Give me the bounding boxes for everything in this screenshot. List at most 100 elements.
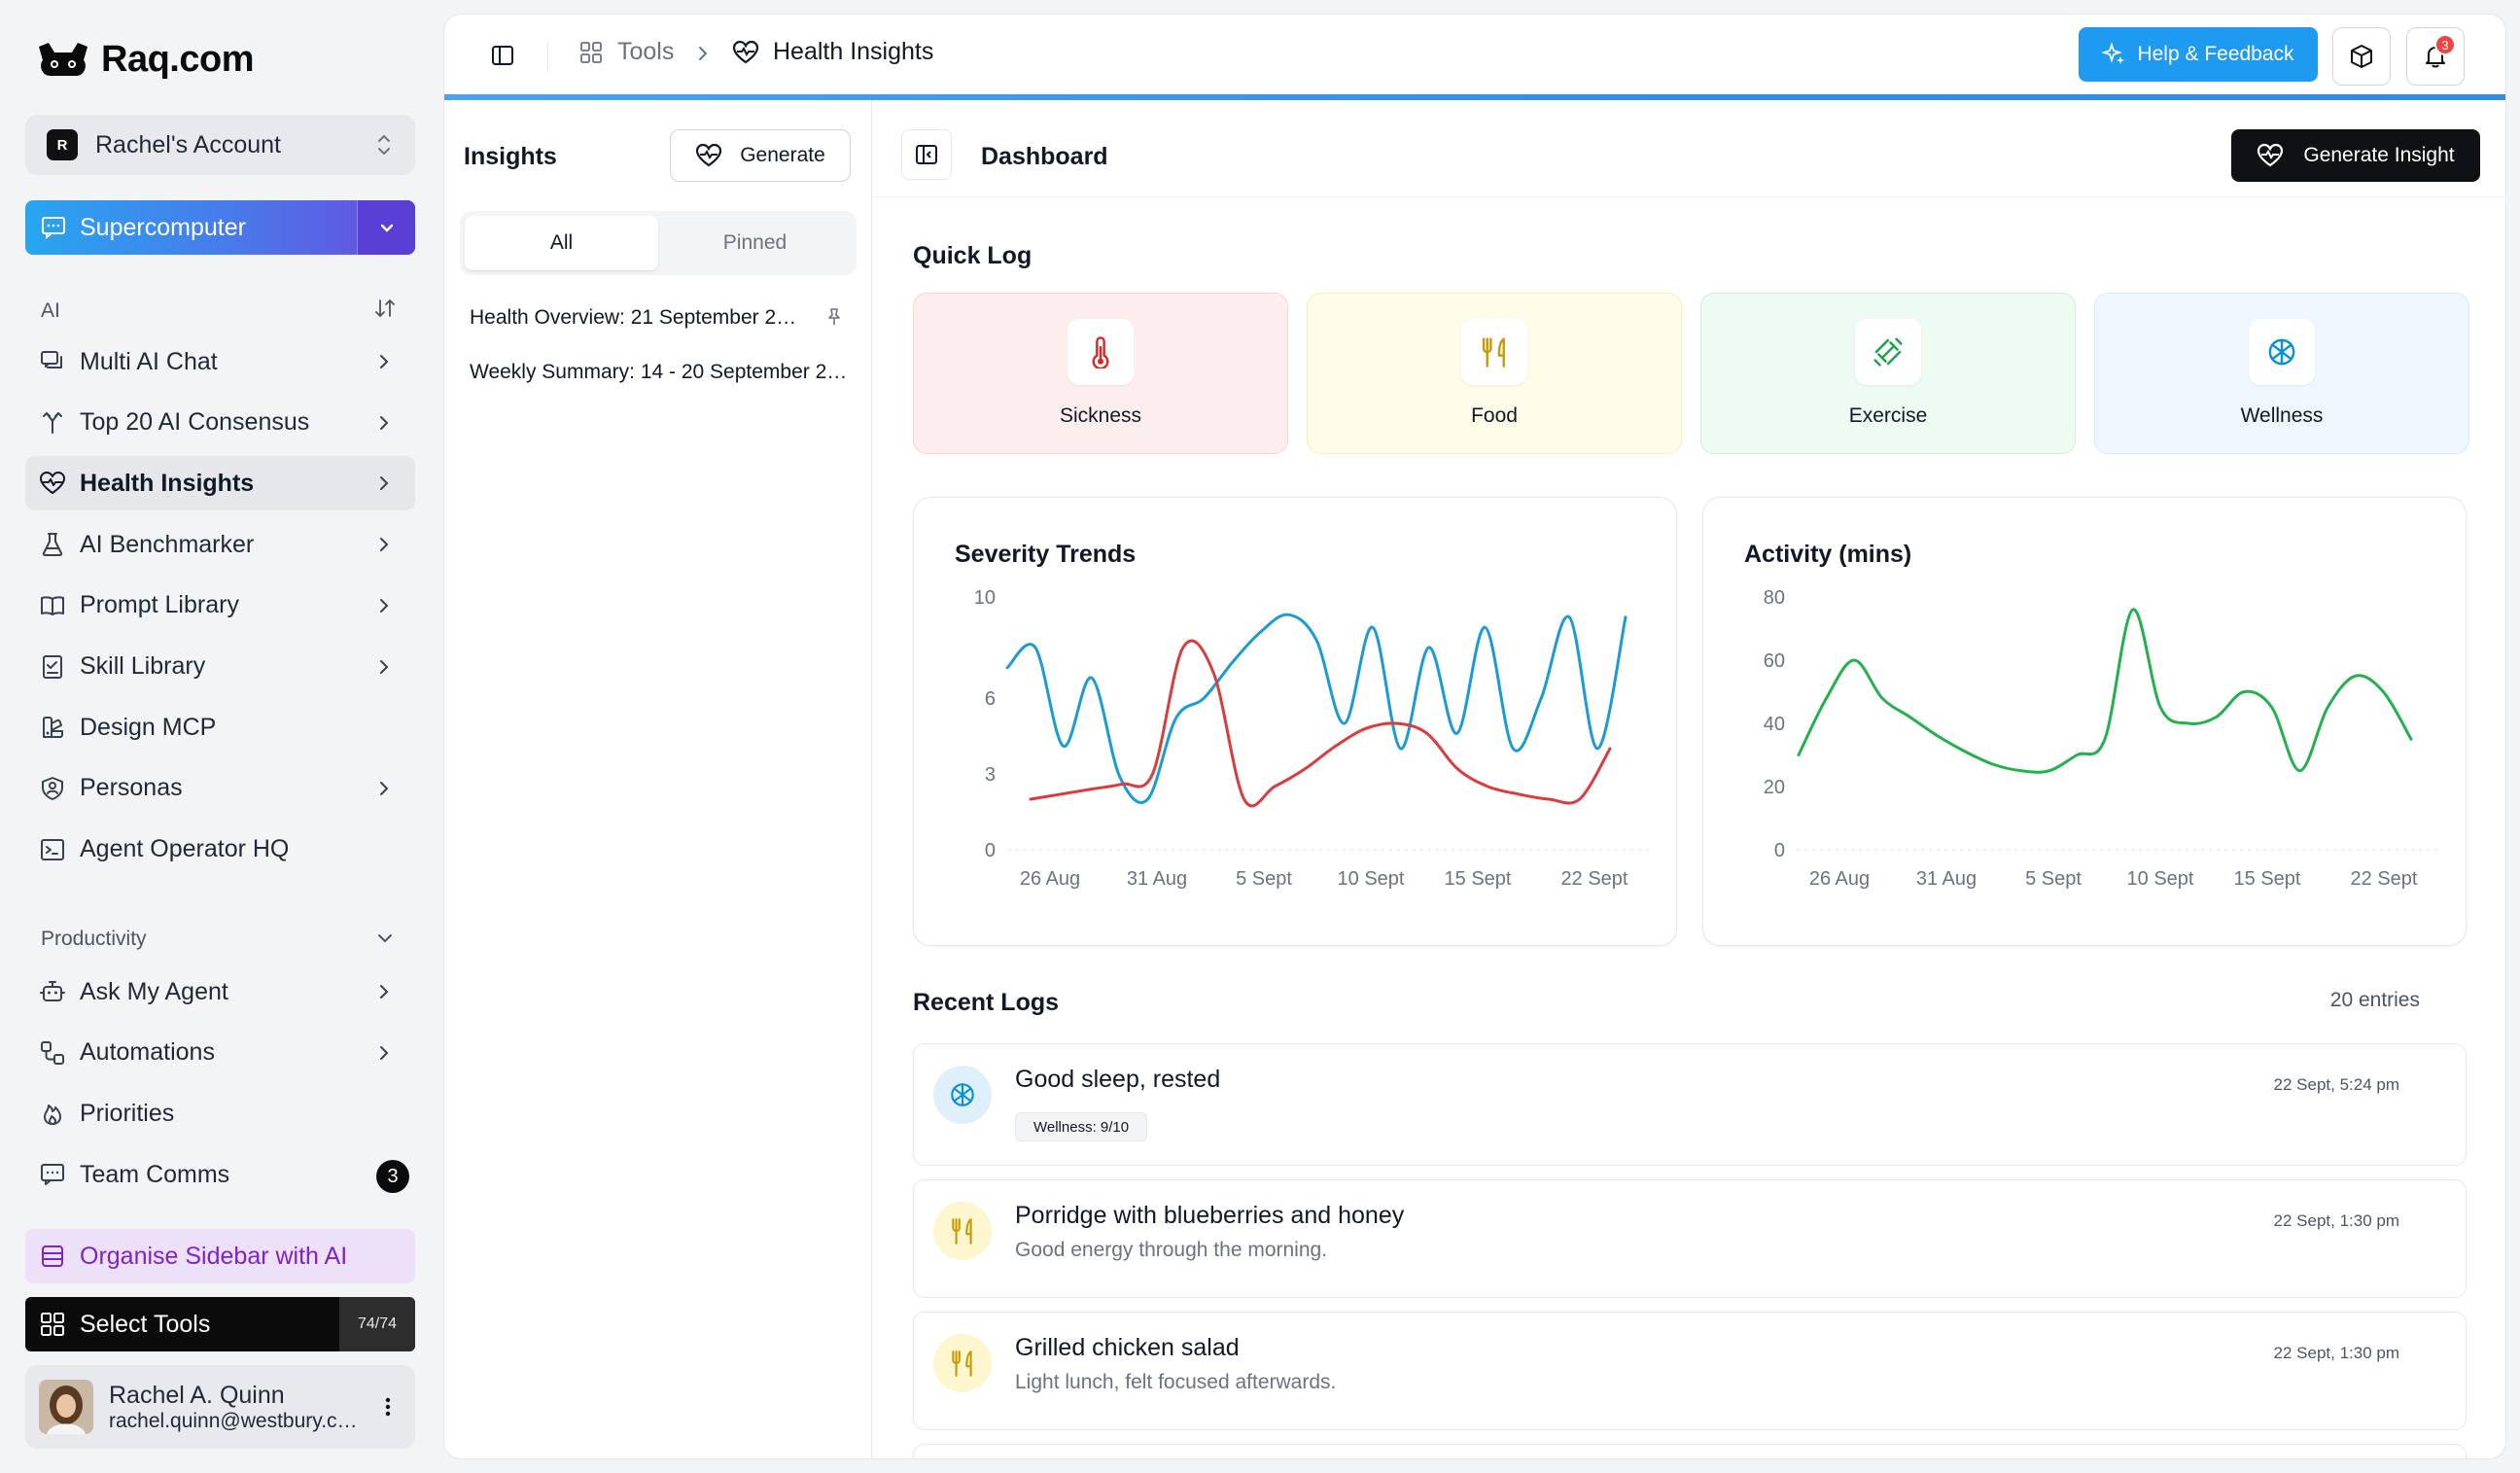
chevron-right-icon (380, 476, 389, 491)
sidebar-item-label: Health Insights (80, 469, 255, 497)
severity-chart: 0 3 6 10 26 Aug 31 Aug 5 Sept 10 Sept 15 Sept 22 … (974, 587, 1649, 890)
supercomputer-main[interactable]: Supercomputer (25, 200, 357, 255)
sort-icon[interactable] (374, 298, 396, 319)
terminal-icon (41, 838, 64, 860)
quick-log-wellness[interactable]: Wellness (2094, 293, 2469, 454)
log-title: Good sleep, rested (1015, 1066, 1221, 1093)
chat-multi-icon (41, 351, 62, 368)
log-tag: Wellness: 9/10 (1015, 1112, 1148, 1141)
tab-pinned[interactable]: Pinned (658, 216, 852, 270)
account-name: Rachel's Account (95, 130, 281, 158)
topbar: Tools Health Insights Help & Feedback 3 (444, 15, 2505, 100)
panel-left-icon[interactable] (489, 42, 516, 69)
sidebar-item-health-insights[interactable]: Health Insights (25, 456, 415, 511)
sidebar-item-label: Top 20 AI Consensus (80, 408, 310, 437)
palette-icon (43, 717, 63, 739)
chevron-down-icon[interactable] (374, 928, 396, 949)
log-subtitle: Light lunch, felt focused afterwards. (1015, 1371, 1337, 1393)
log-timestamp: 22 Sept, 1:30 pm (2273, 1211, 2399, 1230)
log-row[interactable]: Good sleep, rested Wellness: 9/10 22 Sept,… (913, 1043, 2467, 1166)
insights-tabs: All Pinned (460, 211, 857, 275)
quick-log-label: Exercise (1848, 404, 1928, 427)
sidebar-item-team-comms[interactable]: Team Comms 3 (25, 1147, 415, 1202)
y-tick-label: 10 (974, 587, 996, 609)
generate-insight-button[interactable]: Generate Insight (2231, 129, 2480, 182)
y-tick-label: 60 (1764, 650, 1785, 672)
sidebar-item-ai-benchmarker[interactable]: AI Benchmarker (25, 517, 415, 572)
message-square-icon (41, 1164, 64, 1186)
collapse-panel-button[interactable] (901, 129, 952, 180)
insight-item[interactable]: Weekly Summary: 14 - 20 September 2025 (470, 361, 849, 384)
flask-icon (42, 533, 63, 557)
dashboard-header: Dashboard Generate Insight (872, 100, 2505, 197)
select-tools-label: Select Tools (80, 1310, 211, 1338)
y-tick-label: 3 (985, 764, 996, 786)
panel-left-close-icon (916, 145, 937, 164)
breadcrumb-tools[interactable]: Tools (578, 38, 674, 66)
quick-log-icon-wrap (2249, 319, 2315, 385)
sidebar-item-multi-ai-chat[interactable]: Multi AI Chat (25, 334, 415, 389)
x-tick-label: 10 Sept (2127, 868, 2194, 890)
sidebar-item-skill-library[interactable]: Skill Library (25, 640, 415, 694)
quick-log-exercise[interactable]: Exercise (1700, 293, 2076, 454)
grid-icon (41, 1313, 64, 1336)
notification-badge: 3 (2434, 34, 2456, 55)
sidebar-item-automations[interactable]: Automations (25, 1026, 415, 1080)
brand[interactable]: Raq.com (35, 39, 254, 81)
sidebar-item-top-20-ai-consensus[interactable]: Top 20 AI Consensus (25, 396, 415, 450)
supercomputer-label: Supercomputer (80, 213, 246, 241)
log-row[interactable]: Morning run (913, 1444, 2467, 1458)
pin-icon[interactable] (823, 306, 845, 328)
sidebar-item-personas[interactable]: Personas (25, 761, 415, 816)
activity-chart-card: Activity (mins) 0 20 40 60 80 26 Aug 31 Aug 5 S… (1702, 497, 2467, 946)
thermometer-icon (1092, 336, 1109, 368)
chevron-right-icon (380, 659, 389, 674)
quick-log-icon-wrap (1461, 319, 1527, 385)
log-row[interactable]: Grilled chicken salad Light lunch, felt f… (913, 1312, 2467, 1430)
generate-button[interactable]: Generate (670, 129, 851, 182)
help-feedback-button[interactable]: Help & Feedback (2079, 27, 2318, 82)
user-avatar (39, 1380, 93, 1434)
log-icon-wrap (933, 1202, 992, 1260)
y-tick-label: 0 (1774, 840, 1785, 861)
quick-log-sickness[interactable]: Sickness (913, 293, 1288, 454)
package-button[interactable] (2332, 27, 2391, 86)
sidebar-item-design-mcp[interactable]: Design MCP (25, 700, 415, 754)
sidebar-item-label: Prompt Library (80, 591, 239, 619)
organise-sidebar-button[interactable]: Organise Sidebar with AI (25, 1229, 415, 1283)
chevron-right-icon (380, 355, 389, 368)
sidebar-item-prompt-library[interactable]: Prompt Library (25, 579, 415, 633)
log-icon-wrap (933, 1334, 992, 1392)
sidebar-item-agent-operator-hq[interactable]: Agent Operator HQ (25, 823, 415, 877)
chevron-right-icon (380, 781, 389, 795)
sidebar-item-priorities[interactable]: Priorities (25, 1086, 415, 1140)
user-card[interactable]: Rachel A. Quinn rachel.quinn@westbury.co… (25, 1365, 415, 1449)
x-tick-label: 15 Sept (2234, 868, 2301, 890)
log-row[interactable]: Porridge with blueberries and honey Good … (913, 1179, 2467, 1298)
quick-log-food[interactable]: Food (1307, 293, 1682, 454)
supercomputer-button[interactable]: Supercomputer (25, 200, 415, 255)
grid-icon (580, 41, 602, 63)
generate-insight-label: Generate Insight (2303, 144, 2455, 166)
book-open-icon (41, 596, 64, 615)
notifications-button[interactable]: 3 (2406, 27, 2465, 86)
insight-item[interactable]: Health Overview: 21 September 2025 (470, 306, 806, 330)
brand-name: Raq.com (101, 39, 254, 80)
y-tick-label: 0 (985, 840, 996, 861)
brain-icon (951, 1083, 974, 1106)
insights-title: Insights (464, 143, 557, 170)
account-switcher[interactable]: R Rachel's Account (25, 115, 415, 175)
select-tools-button[interactable]: Select Tools 74/74 (25, 1297, 415, 1351)
more-vertical-icon[interactable] (374, 1393, 402, 1420)
quick-log-label: Wellness (2240, 404, 2324, 427)
x-tick-label: 5 Sept (2025, 868, 2082, 890)
supercomputer-dropdown[interactable] (357, 200, 415, 255)
sidebar-item-ask-my-agent[interactable]: Ask My Agent (25, 964, 415, 1019)
dashboard-title: Dashboard (981, 143, 1108, 170)
section-label-ai: AI (41, 299, 60, 322)
raccoon-logo-icon (39, 42, 88, 76)
sidebar-item-label: Priorities (80, 1099, 175, 1127)
generate-label: Generate (740, 144, 825, 166)
tab-all[interactable]: All (465, 216, 658, 270)
x-tick-label: 26 Aug (1809, 868, 1870, 890)
